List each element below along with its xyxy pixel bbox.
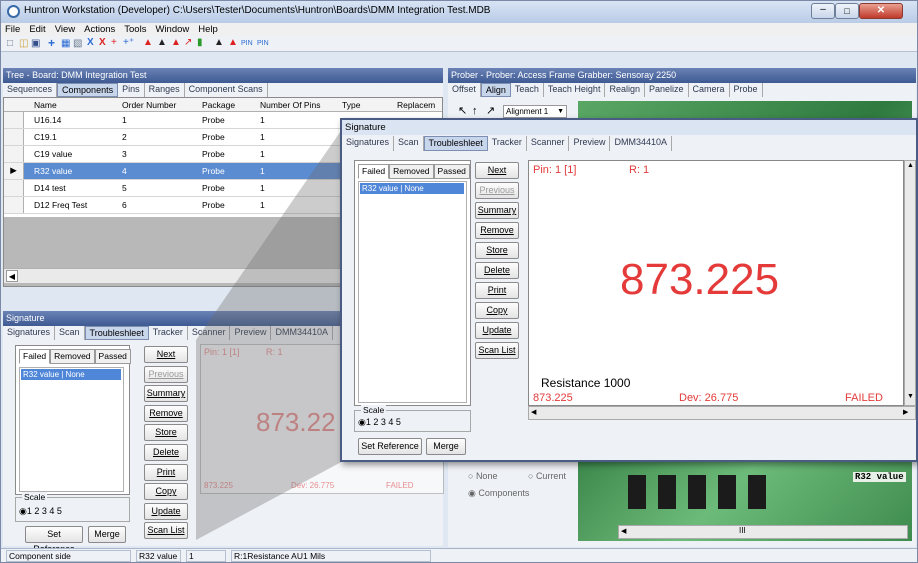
large-set-reference-button[interactable]: Set Reference: [358, 438, 422, 455]
signature-large-tabs: Signatures Scan Troubleshleet Tracker Scanne…: [342, 136, 916, 151]
large-vscrollbar[interactable]: ▲ ▼: [904, 160, 916, 406]
large-reading-value: 873.225: [620, 255, 780, 304]
tab-dmm34410a[interactable]: DMM34410A: [610, 136, 672, 151]
tab-troubleshleet[interactable]: Troubleshleet: [423, 136, 488, 151]
tab-scanner[interactable]: Scanner: [527, 136, 570, 151]
large-failed-list[interactable]: R32 value | None: [358, 181, 467, 403]
large-failed-list-box: Failed Removed Passed R32 value | None: [354, 160, 471, 406]
large-r-label: R: 1: [629, 164, 650, 176]
scan-list-button[interactable]: Scan List: [475, 342, 519, 359]
next-button[interactable]: Next: [475, 162, 519, 179]
large-scale-group: Scale ◉1 2 3 4 5: [354, 405, 471, 432]
scroll-up-icon[interactable]: ▲: [907, 162, 914, 169]
status-field: 1: [186, 550, 226, 562]
tab-scan[interactable]: Scan: [394, 136, 424, 151]
list-tab-passed[interactable]: Passed: [433, 164, 470, 179]
status-field: R32 value: [136, 550, 181, 562]
status-field: Component side: [6, 550, 131, 562]
status-field: R:1Resistance AU1 Mils: [231, 550, 431, 562]
tab-signatures[interactable]: Signatures: [342, 136, 395, 151]
signature-large-window: Signature Signatures Scan Troubleshleet Tra…: [340, 118, 918, 462]
scroll-left-icon[interactable]: ◀: [531, 408, 536, 416]
remove-button[interactable]: Remove: [475, 222, 519, 239]
summary-button[interactable]: Summary: [475, 202, 519, 219]
list-item[interactable]: R32 value | None: [360, 183, 464, 194]
large-footer-value: 873.225: [533, 392, 573, 404]
large-footer-status: FAILED: [845, 392, 883, 404]
large-footer-dev: Dev: 26.775: [679, 392, 739, 404]
copy-button[interactable]: Copy: [475, 302, 519, 319]
large-signature-display: Pin: 1 [1] R: 1 873.225 Resistance 1000 …: [528, 160, 904, 406]
status-bar: Component side R32 value 1 R:1Resistance AU…: [1, 548, 917, 562]
print-button[interactable]: Print: [475, 282, 519, 299]
large-merge-button[interactable]: Merge: [426, 438, 466, 455]
large-hscrollbar[interactable]: ◀ ▶: [528, 406, 916, 420]
list-tab-failed[interactable]: Failed: [358, 164, 390, 179]
signature-large-title: Signature: [342, 120, 916, 135]
update-button[interactable]: Update: [475, 322, 519, 339]
resistance-label: Resistance 1000: [541, 376, 631, 390]
scroll-down-icon[interactable]: ▼: [907, 393, 914, 400]
tab-preview[interactable]: Preview: [569, 136, 611, 151]
large-pin-label: Pin: 1 [1]: [533, 164, 577, 176]
tab-tracker[interactable]: Tracker: [488, 136, 527, 151]
delete-button[interactable]: Delete: [475, 262, 519, 279]
previous-button[interactable]: Previous: [475, 182, 519, 199]
large-scale-options[interactable]: ◉1 2 3 4 5: [358, 417, 401, 428]
store-button[interactable]: Store: [475, 242, 519, 259]
list-tab-removed[interactable]: Removed: [389, 164, 434, 179]
scroll-right-icon[interactable]: ▶: [903, 408, 908, 416]
